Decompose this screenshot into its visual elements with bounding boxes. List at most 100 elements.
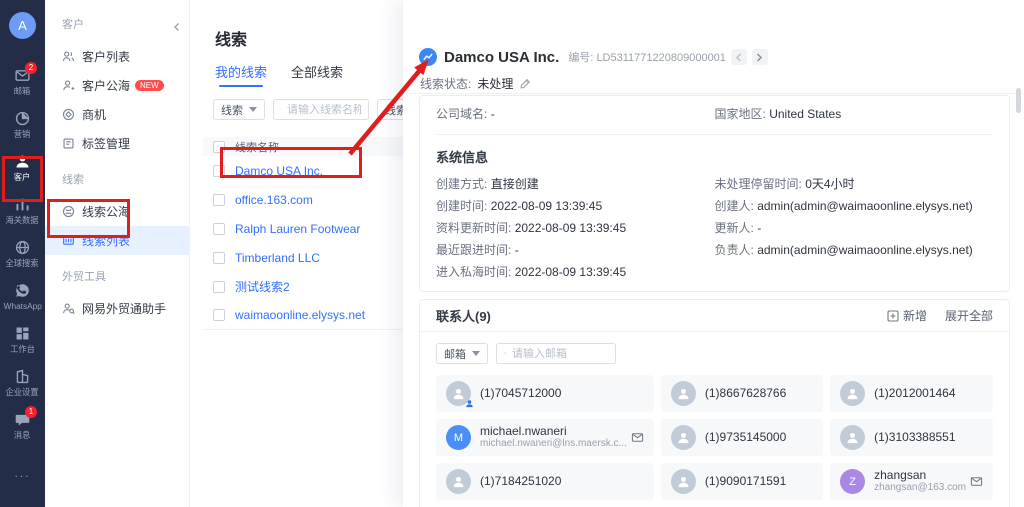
lead-status-row: 线索状态: 未处理 xyxy=(420,75,531,92)
rail-item-whatsapp[interactable]: WhatsApp xyxy=(0,276,45,317)
lead-search-box[interactable] xyxy=(273,99,369,120)
lead-link[interactable]: waimaoonline.elysys.net xyxy=(235,308,365,322)
sidebar-item-tag-management[interactable]: 标签管理 xyxy=(45,129,189,158)
contact-field-dropdown[interactable]: 邮箱 xyxy=(436,343,488,364)
sidebar-item-label: 线索公海 xyxy=(82,203,130,220)
contact-card[interactable]: (1)7045712000 xyxy=(436,375,654,412)
sidebar-item-customer-list[interactable]: 客户列表 xyxy=(45,42,189,71)
tab-all-leads[interactable]: 全部线索 xyxy=(291,62,343,87)
row-checkbox[interactable] xyxy=(213,165,225,177)
field-value: - xyxy=(491,107,495,121)
rail-item-enterprise-settings[interactable]: 企业设置 xyxy=(0,362,45,403)
search-input[interactable] xyxy=(287,104,361,116)
sidebar-item-lead-list[interactable]: 线索列表 xyxy=(45,226,189,255)
contact-avatar: Z xyxy=(840,469,865,494)
left-rail: A 邮箱 2 营销 客户 海关数据 全球搜索 WhatsApp xyxy=(0,0,45,507)
field-value: 直接创建 xyxy=(491,177,539,191)
contact-card[interactable]: (1)9090171591 xyxy=(661,463,823,500)
edit-status-icon[interactable] xyxy=(520,78,531,89)
row-checkbox[interactable] xyxy=(213,223,225,235)
enterprise-settings-icon xyxy=(14,368,31,385)
row-checkbox[interactable] xyxy=(213,281,225,293)
contact-card[interactable]: (1)3103388551 xyxy=(830,419,993,456)
chevron-left-icon xyxy=(735,53,742,62)
lead-link[interactable]: Ralph Lauren Footwear xyxy=(235,222,360,236)
lead-title: Damco USA Inc. xyxy=(444,49,559,66)
prev-lead-button[interactable] xyxy=(731,49,747,65)
sidebar-collapse-icon[interactable] xyxy=(172,22,182,32)
field-updater: 更新人: - xyxy=(715,217,994,239)
field-creator: 创建人: admin(admin@waimaoonline.elysys.net… xyxy=(715,195,994,217)
sidebar-item-opportunities[interactable]: 商机 xyxy=(45,100,189,129)
field-value: admin(admin@waimaoonline.elysys.net) xyxy=(757,199,973,213)
detail-body: 公司域名: - 国家地区: United States 系统信息 创建方式: 直… xyxy=(419,94,1010,507)
system-info-title: 系统信息 xyxy=(436,147,993,166)
contact-card[interactable]: (1)2012001464 xyxy=(830,375,993,412)
sidebar-item-label: 线索列表 xyxy=(82,232,130,249)
contact-name: michael.nwaneri xyxy=(480,425,627,438)
lead-number-value: LD5311771220809000001 xyxy=(596,52,725,64)
lead-list-icon xyxy=(62,234,75,247)
rail-more-button[interactable]: ... xyxy=(14,466,30,480)
contact-avatar xyxy=(446,469,471,494)
divider xyxy=(436,134,993,135)
messages-badge: 1 xyxy=(25,406,37,418)
tab-my-leads[interactable]: 我的线索 xyxy=(215,62,267,87)
contact-name: zhangsan xyxy=(874,469,966,482)
contact-card[interactable]: Z zhangsan zhangsan@163.com xyxy=(830,463,993,500)
contact-avatar xyxy=(671,469,696,494)
sidebar-item-label: 网易外贸通助手 xyxy=(82,300,166,317)
avatar[interactable]: A xyxy=(9,12,36,39)
field-label: 资料更新时间: xyxy=(436,221,511,235)
contact-card[interactable]: (1)8667628766 xyxy=(661,375,823,412)
sidebar-item-customer-pool[interactable]: 客户公海 NEW xyxy=(45,71,189,100)
rail-item-mail[interactable]: 邮箱 2 xyxy=(0,61,45,102)
field-value: - xyxy=(515,243,519,257)
contact-phone: (1)2012001464 xyxy=(874,387,983,400)
lead-link[interactable]: Damco USA Inc. xyxy=(235,164,323,178)
sidebar-item-label: 客户列表 xyxy=(82,48,130,65)
add-contact-button[interactable]: 新增 xyxy=(887,307,927,324)
contact-search-input[interactable] xyxy=(512,348,608,360)
field-value: - xyxy=(757,221,761,235)
sidebar-section-title: 客户 xyxy=(45,16,189,42)
contact-avatar xyxy=(671,381,696,406)
lead-link[interactable]: office.163.com xyxy=(235,193,313,207)
whatsapp-icon xyxy=(14,282,31,299)
sidebar-item-label: 商机 xyxy=(82,106,106,123)
field-label: 国家地区: xyxy=(715,107,766,121)
lead-link[interactable]: 测试线索2 xyxy=(235,278,290,295)
expand-all-button[interactable]: 展开全部 xyxy=(945,307,993,324)
row-checkbox[interactable] xyxy=(213,252,225,264)
rail-item-customers[interactable]: 客户 xyxy=(0,147,45,188)
lead-status-value: 未处理 xyxy=(477,75,513,92)
customs-data-icon xyxy=(14,196,31,213)
search-icon xyxy=(504,348,507,359)
column-header-lead-name: 线索名称 xyxy=(235,139,279,155)
contact-avatar xyxy=(840,381,865,406)
lead-status-label: 线索状态: xyxy=(420,75,471,92)
field-dropdown[interactable]: 线索 xyxy=(213,99,265,120)
row-checkbox[interactable] xyxy=(213,194,225,206)
drawer-scrollbar[interactable] xyxy=(1016,88,1021,113)
next-lead-button[interactable] xyxy=(752,49,768,65)
contact-field-dropdown-value: 邮箱 xyxy=(444,346,466,362)
rail-item-workbench[interactable]: 工作台 xyxy=(0,319,45,360)
contact-card[interactable]: (1)7184251020 xyxy=(436,463,654,500)
select-all-checkbox[interactable] xyxy=(213,141,225,153)
contact-card[interactable]: M michael.nwaneri michael.nwaneri@lns.ma… xyxy=(436,419,654,456)
rail-item-global-search[interactable]: 全球搜索 xyxy=(0,233,45,274)
rail-item-marketing[interactable]: 营销 xyxy=(0,104,45,145)
contact-avatar xyxy=(446,381,471,406)
lead-link[interactable]: Timberland LLC xyxy=(235,251,320,265)
sidebar-item-waimao-assistant[interactable]: 网易外贸通助手 xyxy=(45,294,189,323)
rail-item-messages[interactable]: 消息 1 xyxy=(0,405,45,446)
field-label: 进入私海时间: xyxy=(436,265,511,279)
mail-icon[interactable] xyxy=(970,475,983,488)
mail-icon[interactable] xyxy=(631,431,644,444)
rail-item-customs-data[interactable]: 海关数据 xyxy=(0,190,45,231)
row-checkbox[interactable] xyxy=(213,309,225,321)
contact-card[interactable]: (1)9735145000 xyxy=(661,419,823,456)
contact-search-box[interactable] xyxy=(496,343,616,364)
sidebar-item-lead-pool[interactable]: 线索公海 xyxy=(45,197,189,226)
